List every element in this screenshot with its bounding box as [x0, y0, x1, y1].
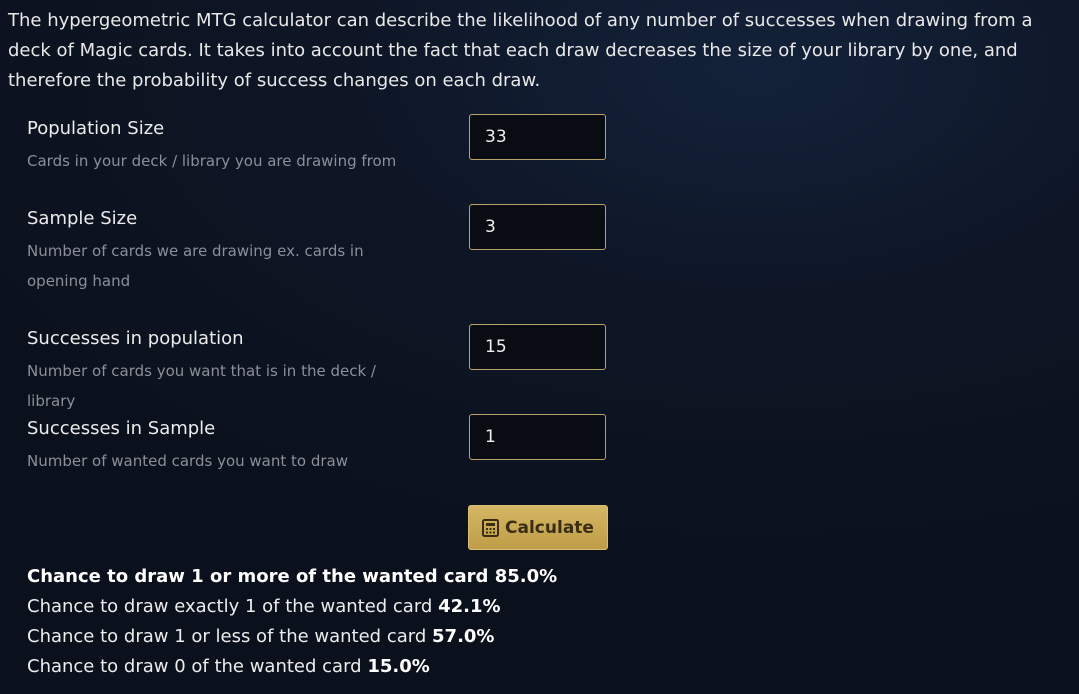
result-one-or-more: Chance to draw 1 or more of the wanted c…	[27, 566, 557, 587]
result-exactly-text: Chance to draw exactly 1 of the wanted c…	[27, 596, 433, 617]
result-zero-text: Chance to draw 0 of the wanted card	[27, 656, 362, 677]
result-or-less-value: 57.0%	[432, 626, 495, 647]
result-exactly: Chance to draw exactly 1 of the wanted c…	[27, 596, 501, 617]
successes-in-sample-label: Successes in Sample	[27, 418, 216, 439]
sample-size-input[interactable]	[469, 204, 606, 250]
successes-in-sample-input[interactable]	[469, 414, 606, 460]
result-zero-value: 15.0%	[367, 656, 430, 677]
calculate-button-label: Calculate	[505, 517, 594, 538]
result-one-or-more-value: 85.0%	[494, 566, 558, 587]
result-exactly-value: 42.1%	[438, 596, 501, 617]
successes-in-population-input[interactable]	[469, 324, 606, 370]
intro-paragraph: The hypergeometric MTG calculator can de…	[8, 10, 1033, 91]
sample-size-label: Sample Size	[27, 208, 138, 229]
sample-size-help: Number of cards we are drawing ex. cards…	[27, 242, 364, 290]
population-size-help: Cards in your deck / library you are dra…	[27, 152, 397, 170]
successes-in-sample-help: Number of wanted cards you want to draw	[27, 452, 348, 470]
calculator-icon	[482, 518, 500, 537]
result-zero: Chance to draw 0 of the wanted card 15.0…	[27, 656, 430, 677]
population-size-input[interactable]	[469, 114, 606, 160]
population-size-label: Population Size	[27, 118, 165, 139]
result-or-less-text: Chance to draw 1 or less of the wanted c…	[27, 626, 427, 647]
successes-in-population-label: Successes in population	[27, 328, 244, 349]
calculate-button[interactable]: Calculate	[468, 505, 608, 550]
result-or-less: Chance to draw 1 or less of the wanted c…	[27, 626, 494, 647]
result-one-or-more-text: Chance to draw 1 or more of the wanted c…	[27, 566, 489, 587]
successes-in-population-help: Number of cards you want that is in the …	[27, 362, 376, 410]
